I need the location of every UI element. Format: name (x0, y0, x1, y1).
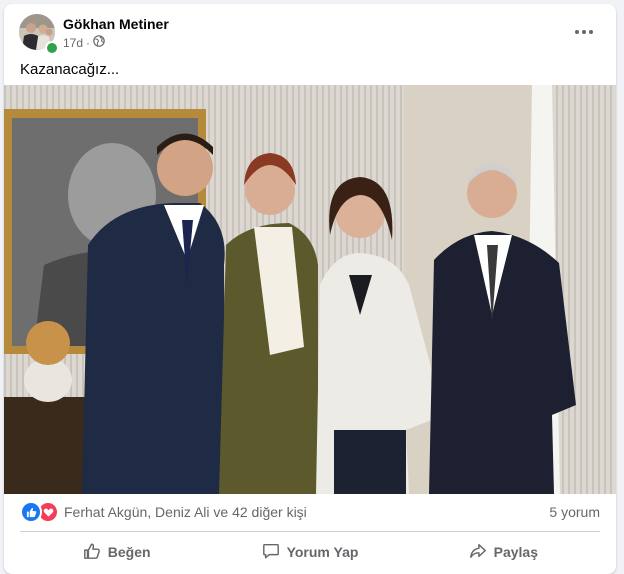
post-card: Gökhan Metiner 17d · Kazanacağız... Ferh… (4, 4, 616, 574)
post-author-name[interactable]: Gökhan Metiner (63, 16, 169, 32)
more-dot-icon (575, 30, 579, 34)
more-options-button[interactable] (570, 20, 598, 44)
post-photo[interactable] (4, 85, 616, 494)
reaction-names[interactable]: Ferhat Akgün, Deniz Ali ve 42 diğer kişi (64, 504, 307, 520)
reactions-summary[interactable]: Ferhat Akgün, Deniz Ali ve 42 diğer kişi (20, 501, 307, 523)
share-button-label: Paylaş (493, 544, 538, 560)
thumbs-up-icon (83, 542, 101, 563)
divider (20, 531, 600, 532)
post-header: Gökhan Metiner 17d · (19, 14, 604, 55)
like-button-label: Beğen (107, 544, 151, 560)
comment-count[interactable]: 5 yorum (549, 504, 600, 520)
group-photo (4, 85, 616, 494)
online-status-dot (45, 41, 59, 55)
more-dot-icon (589, 30, 593, 34)
more-dot-icon (582, 30, 586, 34)
post-timestamp[interactable]: 17d (63, 36, 83, 50)
separator-dot: · (86, 35, 91, 50)
comment-button-label: Yorum Yap (286, 544, 359, 560)
post-text: Kazanacağız... (20, 61, 120, 78)
comment-icon (262, 542, 280, 563)
like-icon (20, 501, 42, 523)
globe-icon[interactable] (93, 35, 105, 50)
share-arrow-icon (469, 542, 487, 563)
post-stats: Ferhat Akgün, Deniz Ali ve 42 diğer kişi… (20, 501, 600, 523)
post-meta: 17d · (63, 35, 105, 50)
